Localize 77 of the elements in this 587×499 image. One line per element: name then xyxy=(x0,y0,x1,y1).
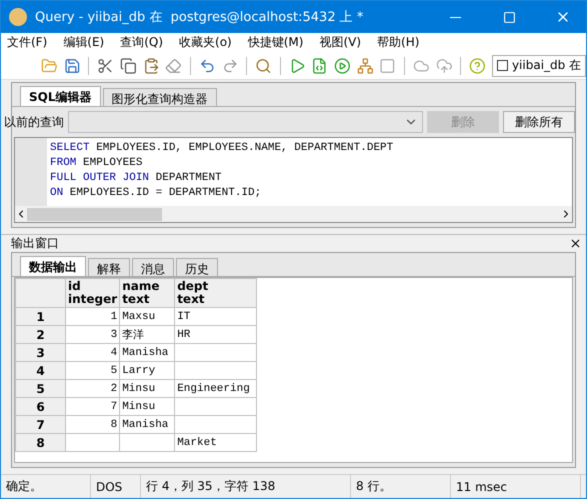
row-number[interactable]: 6 xyxy=(16,398,66,416)
output-tab[interactable]: 历史 xyxy=(176,258,218,276)
code-line: FROM EMPLOYEES xyxy=(50,156,144,171)
status-text: 8 行。 xyxy=(351,475,451,498)
table-cell: 李洋 xyxy=(120,326,175,344)
table-cell: 3 xyxy=(66,326,120,344)
table-cell: IT xyxy=(174,308,257,326)
table-cell: Manisha xyxy=(120,416,175,434)
table-cell xyxy=(66,434,120,452)
search-icon[interactable] xyxy=(255,56,272,74)
editor-tab[interactable]: SQL编辑器 xyxy=(20,86,100,106)
sql-editor[interactable]: SELECT EMPLOYEES.ID, EMPLOYEES.NAME, DEPARTMENT.DEPT FROM EMPLOYEES FULL OUTER JOIN DEPARTMENT ON EMPLOYEES.ID = DEPARTMENT.ID; xyxy=(14,137,573,223)
stop-icon[interactable] xyxy=(379,56,396,74)
tree-icon[interactable] xyxy=(356,56,374,74)
menu-item[interactable]: 帮助(H) xyxy=(377,34,420,51)
corner-header xyxy=(16,278,66,308)
column-header[interactable]: name text xyxy=(120,278,175,308)
column-header[interactable]: id integer xyxy=(66,278,120,308)
table-cell: Larry xyxy=(120,362,175,380)
menu-item[interactable]: 编辑(E) xyxy=(63,34,104,51)
table-cell: Minsu xyxy=(120,398,175,416)
copy-icon[interactable] xyxy=(120,56,137,74)
editor-tab[interactable]: 图形化查询构造器 xyxy=(102,88,216,106)
status-text: 行 4，列 35，字符 138 xyxy=(141,475,351,498)
table-cell: Minsu xyxy=(120,380,175,398)
row-number[interactable]: 5 xyxy=(16,380,66,398)
table-cell: 4 xyxy=(66,344,120,362)
minimize-icon xyxy=(450,16,460,18)
table-cell: 2 xyxy=(66,380,120,398)
row-number[interactable]: 3 xyxy=(16,344,66,362)
line-gutter xyxy=(15,138,47,206)
row-number[interactable]: 2 xyxy=(16,326,66,344)
table-cell: Maxsu xyxy=(120,308,175,326)
row-number[interactable]: 4 xyxy=(16,362,66,380)
table-cell: Manisha xyxy=(120,344,175,362)
menu-item[interactable]: 文件(F) xyxy=(7,34,48,51)
code-line: SELECT EMPLOYEES.ID, EMPLOYEES.NAME, DEPARTMENT.DEPT xyxy=(50,141,394,156)
output-tab[interactable]: 消息 xyxy=(132,258,174,276)
paste-icon[interactable] xyxy=(142,56,160,74)
column-header[interactable]: dept text xyxy=(174,278,257,308)
scrollbar-thumb[interactable] xyxy=(27,208,162,220)
previous-query-label: 以前的查询 xyxy=(3,114,64,130)
status-text: 11 msec xyxy=(451,475,581,498)
output-tab[interactable]: 解释 xyxy=(88,258,130,276)
connection-selector[interactable]: yiibai_db 在 xyxy=(492,54,586,76)
status-text: 确定。 xyxy=(1,475,91,498)
table-cell xyxy=(120,434,175,452)
app-icon xyxy=(9,8,27,26)
window-title: Query - yiibai_db 在 postgres@localhost:5432 上 * xyxy=(35,9,364,26)
close-icon[interactable] xyxy=(569,237,582,250)
table-cell: 7 xyxy=(66,398,120,416)
output-window-title: 输出窗口 xyxy=(11,235,59,252)
delete-button[interactable]: 删除所有 xyxy=(503,111,575,133)
help-icon[interactable] xyxy=(469,56,486,74)
table-cell: Market xyxy=(174,434,257,452)
code-line: FULL OUTER JOIN DEPARTMENT xyxy=(50,171,223,186)
code-line: ON EMPLOYEES.ID = DEPARTMENT.ID; xyxy=(50,186,262,201)
menu-item[interactable]: 快捷键(M) xyxy=(248,34,304,51)
table-cell: 1 xyxy=(66,308,120,326)
output-tab[interactable]: 数据输出 xyxy=(20,256,86,276)
open-folder-icon[interactable] xyxy=(41,56,58,74)
table-cell: Engineering xyxy=(174,380,257,398)
table-cell: 5 xyxy=(66,362,120,380)
cut-icon[interactable] xyxy=(97,56,114,74)
menu-item[interactable]: 收藏夹(o) xyxy=(179,34,232,51)
upload-cloud-icon[interactable] xyxy=(436,56,452,74)
save-icon[interactable] xyxy=(64,56,80,74)
maximize-icon xyxy=(502,10,516,24)
status-text: DOS xyxy=(91,475,141,498)
table-cell: HR xyxy=(174,326,257,344)
menu-item[interactable]: 视图(V) xyxy=(319,34,362,51)
menu-item[interactable]: 查询(Q) xyxy=(120,34,164,51)
table-cell: 8 xyxy=(66,416,120,434)
row-number[interactable]: 1 xyxy=(16,308,66,326)
row-number[interactable]: 8 xyxy=(16,434,66,452)
eraser-icon[interactable] xyxy=(165,56,182,74)
row-number[interactable]: 7 xyxy=(16,416,66,434)
